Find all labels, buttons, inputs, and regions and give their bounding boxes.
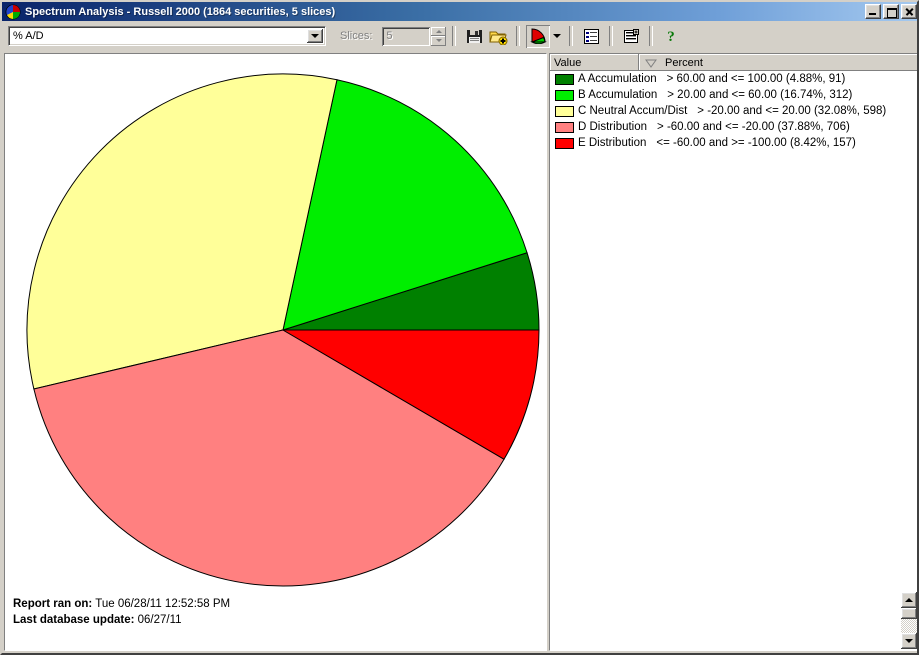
report-footer: Report ran on: Tue 06/28/11 12:52:58 PM … (13, 596, 230, 628)
legend-row-label: D Distribution (578, 121, 648, 133)
legend-row[interactable]: B Accumulation > 20.00 and <= 60.00 (16.7… (550, 87, 917, 103)
pie-chart-icon (530, 28, 547, 44)
report-ran-on-label: Report ran on: (13, 598, 93, 610)
help-button[interactable]: ? (659, 25, 683, 48)
legend-row-range: > 20.00 and <= 60.00 (16.74%, 312) (667, 89, 853, 101)
legend-column-percent[interactable]: Percent (639, 54, 917, 71)
question-mark-icon: ? (668, 29, 676, 44)
legend-row-label: E Distribution (578, 137, 647, 149)
slices-spinner-down[interactable] (431, 36, 447, 46)
legend-color-swatch (555, 73, 574, 85)
window-title: Spectrum Analysis - Russell 2000 (1864 s… (25, 5, 336, 18)
floppy-disk-icon (466, 29, 482, 43)
legend-color-swatch (555, 89, 574, 101)
metric-select[interactable]: % A/D (8, 26, 326, 46)
legend-color-swatch (555, 121, 574, 133)
spectrum-analysis-window: Spectrum Analysis - Russell 2000 (1864 s… (0, 0, 919, 655)
scroll-down-arrow-icon[interactable] (901, 633, 917, 649)
chart-type-dropdown-button[interactable] (550, 25, 563, 48)
window-titlebar[interactable]: Spectrum Analysis - Russell 2000 (1864 s… (2, 2, 917, 21)
legend-color-swatch (555, 137, 574, 149)
chevron-down-icon[interactable] (307, 29, 323, 43)
report-view-icon (623, 28, 639, 43)
chart-panel: Report ran on: Tue 06/28/11 12:52:58 PM … (4, 53, 547, 651)
toolbar-separator (649, 26, 654, 46)
slices-spinner-up[interactable] (431, 26, 447, 36)
legend-row-range: > -20.00 and <= 20.00 (32.08%, 598) (697, 105, 887, 117)
pie-chart[interactable] (5, 54, 546, 650)
toolbar-separator (516, 26, 521, 46)
legend-row[interactable]: D Distribution > -60.00 and <= -20.00 (37… (550, 119, 917, 135)
slices-spinner[interactable] (431, 26, 447, 46)
legend-row-range: <= -60.00 and >= -100.00 (8.42%, 157) (656, 137, 856, 149)
legend-row-range: > 60.00 and <= 100.00 (4.88%, 91) (666, 73, 846, 85)
slices-value: 5 (386, 30, 393, 42)
pie-chart-view-button[interactable] (526, 24, 551, 48)
report-ran-on-line: Report ran on: Tue 06/28/11 12:52:58 PM (13, 596, 230, 612)
legend-row[interactable]: A Accumulation > 60.00 and <= 100.00 (4.8… (550, 71, 917, 87)
last-database-update-value: 06/27/11 (137, 614, 182, 626)
scrollbar-track[interactable] (901, 619, 917, 633)
minimize-button[interactable] (865, 4, 881, 19)
legend-row[interactable]: C Neutral Accum/Dist > -20.00 and <= 20.0… (550, 103, 917, 119)
slices-stepper[interactable]: 5 (382, 26, 431, 46)
list-view-button[interactable] (579, 25, 603, 48)
last-database-update-label: Last database update: (13, 614, 135, 626)
list-view-icon (583, 28, 599, 44)
svg-text:?: ? (668, 29, 676, 44)
legend-row-range: > -60.00 and <= -20.00 (37.88%, 706) (657, 121, 850, 133)
toolbar-separator (569, 26, 574, 46)
legend-header: Value Percent (550, 54, 917, 71)
legend-row-label: A Accumulation (578, 73, 657, 85)
toolbar-separator (609, 26, 614, 46)
report-ran-on-value: Tue 06/28/11 12:52:58 PM (95, 598, 231, 610)
open-button[interactable] (486, 25, 510, 48)
sort-descending-icon (645, 59, 657, 68)
scrollbar-thumb[interactable] (901, 608, 917, 619)
toolbar: % A/D Slices: 5 ? (2, 21, 917, 51)
window-controls (865, 4, 917, 19)
legend-row-label: C Neutral Accum/Dist (578, 105, 688, 117)
maximize-button[interactable] (883, 4, 899, 19)
close-button[interactable] (901, 4, 917, 19)
legend-color-swatch (555, 105, 574, 117)
report-view-button[interactable] (619, 25, 643, 48)
legend-column-value[interactable]: Value (550, 54, 639, 71)
legend-column-percent-label: Percent (665, 56, 703, 69)
last-database-update-line: Last database update: 06/27/11 (13, 612, 230, 628)
legend-row[interactable]: E Distribution <= -60.00 and >= -100.00 (… (550, 135, 917, 151)
legend-scrollbar[interactable] (901, 592, 917, 649)
toolbar-separator (452, 26, 457, 46)
scroll-up-arrow-icon[interactable] (901, 592, 917, 608)
legend-rows: A Accumulation > 60.00 and <= 100.00 (4.8… (550, 71, 917, 151)
slices-label: Slices: (340, 30, 373, 42)
legend-column-value-label: Value (554, 56, 582, 69)
save-button[interactable] (462, 25, 486, 48)
legend-row-label: B Accumulation (578, 89, 658, 101)
legend-panel: Value Percent A Accumulation > 60.00 and … (549, 53, 917, 651)
metric-select-value: % A/D (13, 30, 44, 42)
open-folder-plus-icon (489, 31, 508, 45)
pie-chart-app-icon (5, 4, 21, 19)
